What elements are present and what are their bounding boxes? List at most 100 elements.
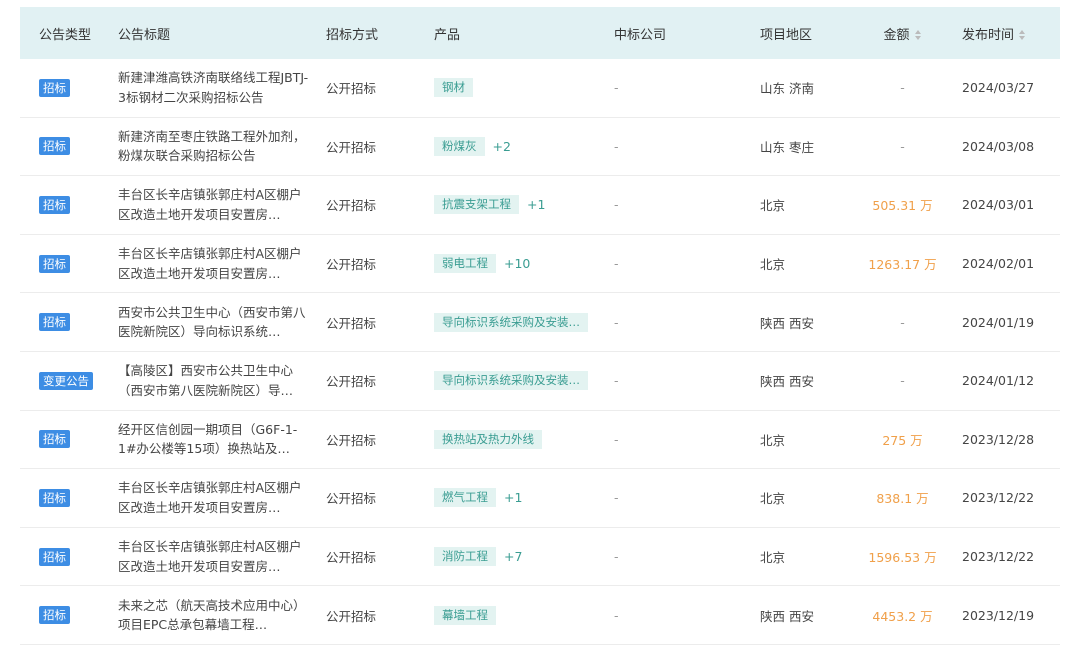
title-cell: 未来之芯（航天高技术应用中心）项目EPC总承包幕墙工程… [118, 596, 326, 635]
product-tag[interactable]: 钢材 [434, 78, 473, 98]
winner-cell: - [614, 197, 619, 213]
notice-title-link[interactable]: 【高陵区】西安市公共卫生中心（西安市第八医院新院区）导… [118, 361, 312, 400]
region-cell: 北京 [760, 198, 786, 214]
notice-title-link[interactable]: 丰台区长辛店镇张郭庄村A区棚户区改造土地开发项目安置房… [118, 244, 312, 283]
product-cell: 抗震支架工程 +1 [434, 195, 614, 215]
product-more-count[interactable]: +1 [527, 197, 545, 212]
table-header: 公告类型 公告标题 招标方式 产品 中标公司 项目地区 金额 发布时间 [20, 7, 1060, 59]
type-badge: 招标 [39, 78, 70, 97]
region-cell: 北京 [760, 550, 786, 566]
region-cell: 山东 济南 [760, 81, 814, 97]
method-cell: 公开招标 [326, 608, 377, 624]
product-cell: 钢材 [434, 78, 614, 98]
amount-cell: - [900, 80, 905, 96]
header-type: 公告类型 [39, 27, 92, 43]
date-cell: 2023/12/28 [962, 431, 1035, 447]
table-row[interactable]: 招标 丰台区长辛店镇张郭庄村A区棚户区改造土地开发项目安置房… 公开招标 燃气工程 +1… [20, 469, 1060, 528]
product-cell: 换热站及热力外线 [434, 429, 614, 449]
region-cell: 陕西 西安 [760, 315, 814, 331]
table-body: 招标 新建津潍高铁济南联络线工程JBTJ-3标钢材二次采购招标公告 公开招标 钢材 - 山… [20, 59, 1060, 645]
method-cell: 公开招标 [326, 198, 377, 214]
title-cell: 丰台区长辛店镇张郭庄村A区棚户区改造土地开发项目安置房… [118, 478, 326, 517]
product-tag[interactable]: 燃气工程 [434, 488, 496, 508]
table-row[interactable]: 招标 丰台区长辛店镇张郭庄村A区棚户区改造土地开发项目安置房… 公开招标 消防工程 +7… [20, 528, 1060, 587]
notice-title-link[interactable]: 丰台区长辛店镇张郭庄村A区棚户区改造土地开发项目安置房… [118, 537, 312, 576]
amount-cell: - [900, 138, 905, 154]
type-badge: 招标 [39, 488, 70, 507]
winner-cell: - [614, 80, 619, 96]
table-row[interactable]: 招标 新建津潍高铁济南联络线工程JBTJ-3标钢材二次采购招标公告 公开招标 钢材 - 山… [20, 59, 1060, 118]
notice-title-link[interactable]: 经开区信创园一期项目（G6F-1-1#办公楼等15项）换热站及… [118, 420, 312, 459]
header-region: 项目地区 [760, 27, 813, 43]
region-cell: 北京 [760, 257, 786, 273]
method-cell: 公开招标 [326, 491, 377, 507]
product-tag[interactable]: 幕墙工程 [434, 605, 496, 625]
product-more-count[interactable]: +10 [504, 256, 530, 271]
type-badge: 招标 [39, 195, 70, 214]
table-row[interactable]: 招标 丰台区长辛店镇张郭庄村A区棚户区改造土地开发项目安置房… 公开招标 弱电工程 +1… [20, 235, 1060, 294]
product-more-count[interactable]: +1 [504, 490, 522, 505]
method-cell: 公开招标 [326, 81, 377, 97]
table-row[interactable]: 招标 新建济南至枣庄铁路工程外加剂，粉煤灰联合采购招标公告 公开招标 粉煤灰 +2 - 山东… [20, 118, 1060, 177]
type-cell: 招标 [20, 430, 118, 449]
header-product: 产品 [434, 27, 461, 43]
amount-cell: - [900, 373, 905, 389]
title-cell: 新建津潍高铁济南联络线工程JBTJ-3标钢材二次采购招标公告 [118, 68, 326, 107]
winner-cell: - [614, 490, 619, 506]
date-cell: 2024/01/12 [962, 373, 1035, 389]
product-more-count[interactable]: +2 [493, 139, 511, 154]
product-more-count[interactable]: +7 [504, 549, 522, 564]
product-cell: 消防工程 +7 [434, 547, 614, 567]
type-cell: 招标 [20, 606, 118, 625]
title-cell: 丰台区长辛店镇张郭庄村A区棚户区改造土地开发项目安置房… [118, 185, 326, 224]
product-cell: 粉煤灰 +2 [434, 136, 614, 156]
table-row[interactable]: 招标 未来之芯（航天高技术应用中心）项目EPC总承包幕墙工程… 公开招标 幕墙工程 - 陕… [20, 586, 1060, 645]
date-cell: 2023/12/22 [962, 549, 1035, 565]
method-cell: 公开招标 [326, 257, 377, 273]
product-tag[interactable]: 粉煤灰 [434, 136, 485, 156]
type-cell: 招标 [20, 488, 118, 507]
amount-cell: - [900, 314, 905, 330]
type-cell: 招标 [20, 313, 118, 332]
method-cell: 公开招标 [326, 550, 377, 566]
header-date-sort[interactable]: 发布时间 [951, 24, 1060, 43]
table-row[interactable]: 变更公告 【高陵区】西安市公共卫生中心（西安市第八医院新院区）导… 公开招标 导向标识… [20, 352, 1060, 411]
product-tag[interactable]: 弱电工程 [434, 254, 496, 274]
table-row[interactable]: 招标 经开区信创园一期项目（G6F-1-1#办公楼等15项）换热站及… 公开招标 换热… [20, 411, 1060, 470]
notice-title-link[interactable]: 丰台区长辛店镇张郭庄村A区棚户区改造土地开发项目安置房… [118, 478, 312, 517]
notice-title-link[interactable]: 新建济南至枣庄铁路工程外加剂，粉煤灰联合采购招标公告 [118, 127, 312, 166]
type-badge: 变更公告 [39, 371, 93, 390]
winner-cell: - [614, 314, 619, 330]
table-row[interactable]: 招标 丰台区长辛店镇张郭庄村A区棚户区改造土地开发项目安置房… 公开招标 抗震支架工程… [20, 176, 1060, 235]
notice-title-link[interactable]: 新建津潍高铁济南联络线工程JBTJ-3标钢材二次采购招标公告 [118, 68, 312, 107]
bid-table: 公告类型 公告标题 招标方式 产品 中标公司 项目地区 金额 发布时间 招标新建… [20, 7, 1060, 645]
method-cell: 公开招标 [326, 374, 377, 390]
header-amount-label: 金额 [883, 27, 910, 43]
header-amount-sort[interactable]: 金额 [854, 24, 951, 43]
winner-cell: - [614, 549, 619, 565]
date-cell: 2024/03/27 [962, 80, 1035, 96]
notice-title-link[interactable]: 丰台区长辛店镇张郭庄村A区棚户区改造土地开发项目安置房… [118, 185, 312, 224]
method-cell: 公开招标 [326, 315, 377, 331]
amount-cell: 1596.53 万 [868, 550, 937, 566]
type-cell: 招标 [20, 195, 118, 214]
product-tag[interactable]: 导向标识系统采购及安装… [434, 371, 588, 391]
type-cell: 招标 [20, 254, 118, 273]
amount-cell: 1263.17 万 [868, 257, 937, 273]
notice-title-link[interactable]: 未来之芯（航天高技术应用中心）项目EPC总承包幕墙工程… [118, 596, 312, 635]
notice-title-link[interactable]: 西安市公共卫生中心（西安市第八医院新院区）导向标识系统… [118, 303, 312, 342]
amount-cell: 505.31 万 [872, 198, 933, 214]
table-row[interactable]: 招标 西安市公共卫生中心（西安市第八医院新院区）导向标识系统… 公开招标 导向标识系统… [20, 293, 1060, 352]
sort-arrows-icon[interactable] [914, 30, 922, 40]
sort-arrows-icon[interactable] [1019, 30, 1026, 40]
product-cell: 导向标识系统采购及安装… [434, 371, 614, 391]
header-date-label: 发布时间 [962, 27, 1015, 43]
product-tag[interactable]: 消防工程 [434, 547, 496, 567]
product-tag[interactable]: 导向标识系统采购及安装… [434, 312, 588, 332]
product-tag[interactable]: 换热站及热力外线 [434, 429, 542, 449]
product-cell: 燃气工程 +1 [434, 488, 614, 508]
date-cell: 2024/02/01 [962, 256, 1035, 272]
header-title: 公告标题 [118, 27, 171, 43]
amount-cell: 275 万 [882, 432, 923, 448]
product-tag[interactable]: 抗震支架工程 [434, 195, 519, 215]
